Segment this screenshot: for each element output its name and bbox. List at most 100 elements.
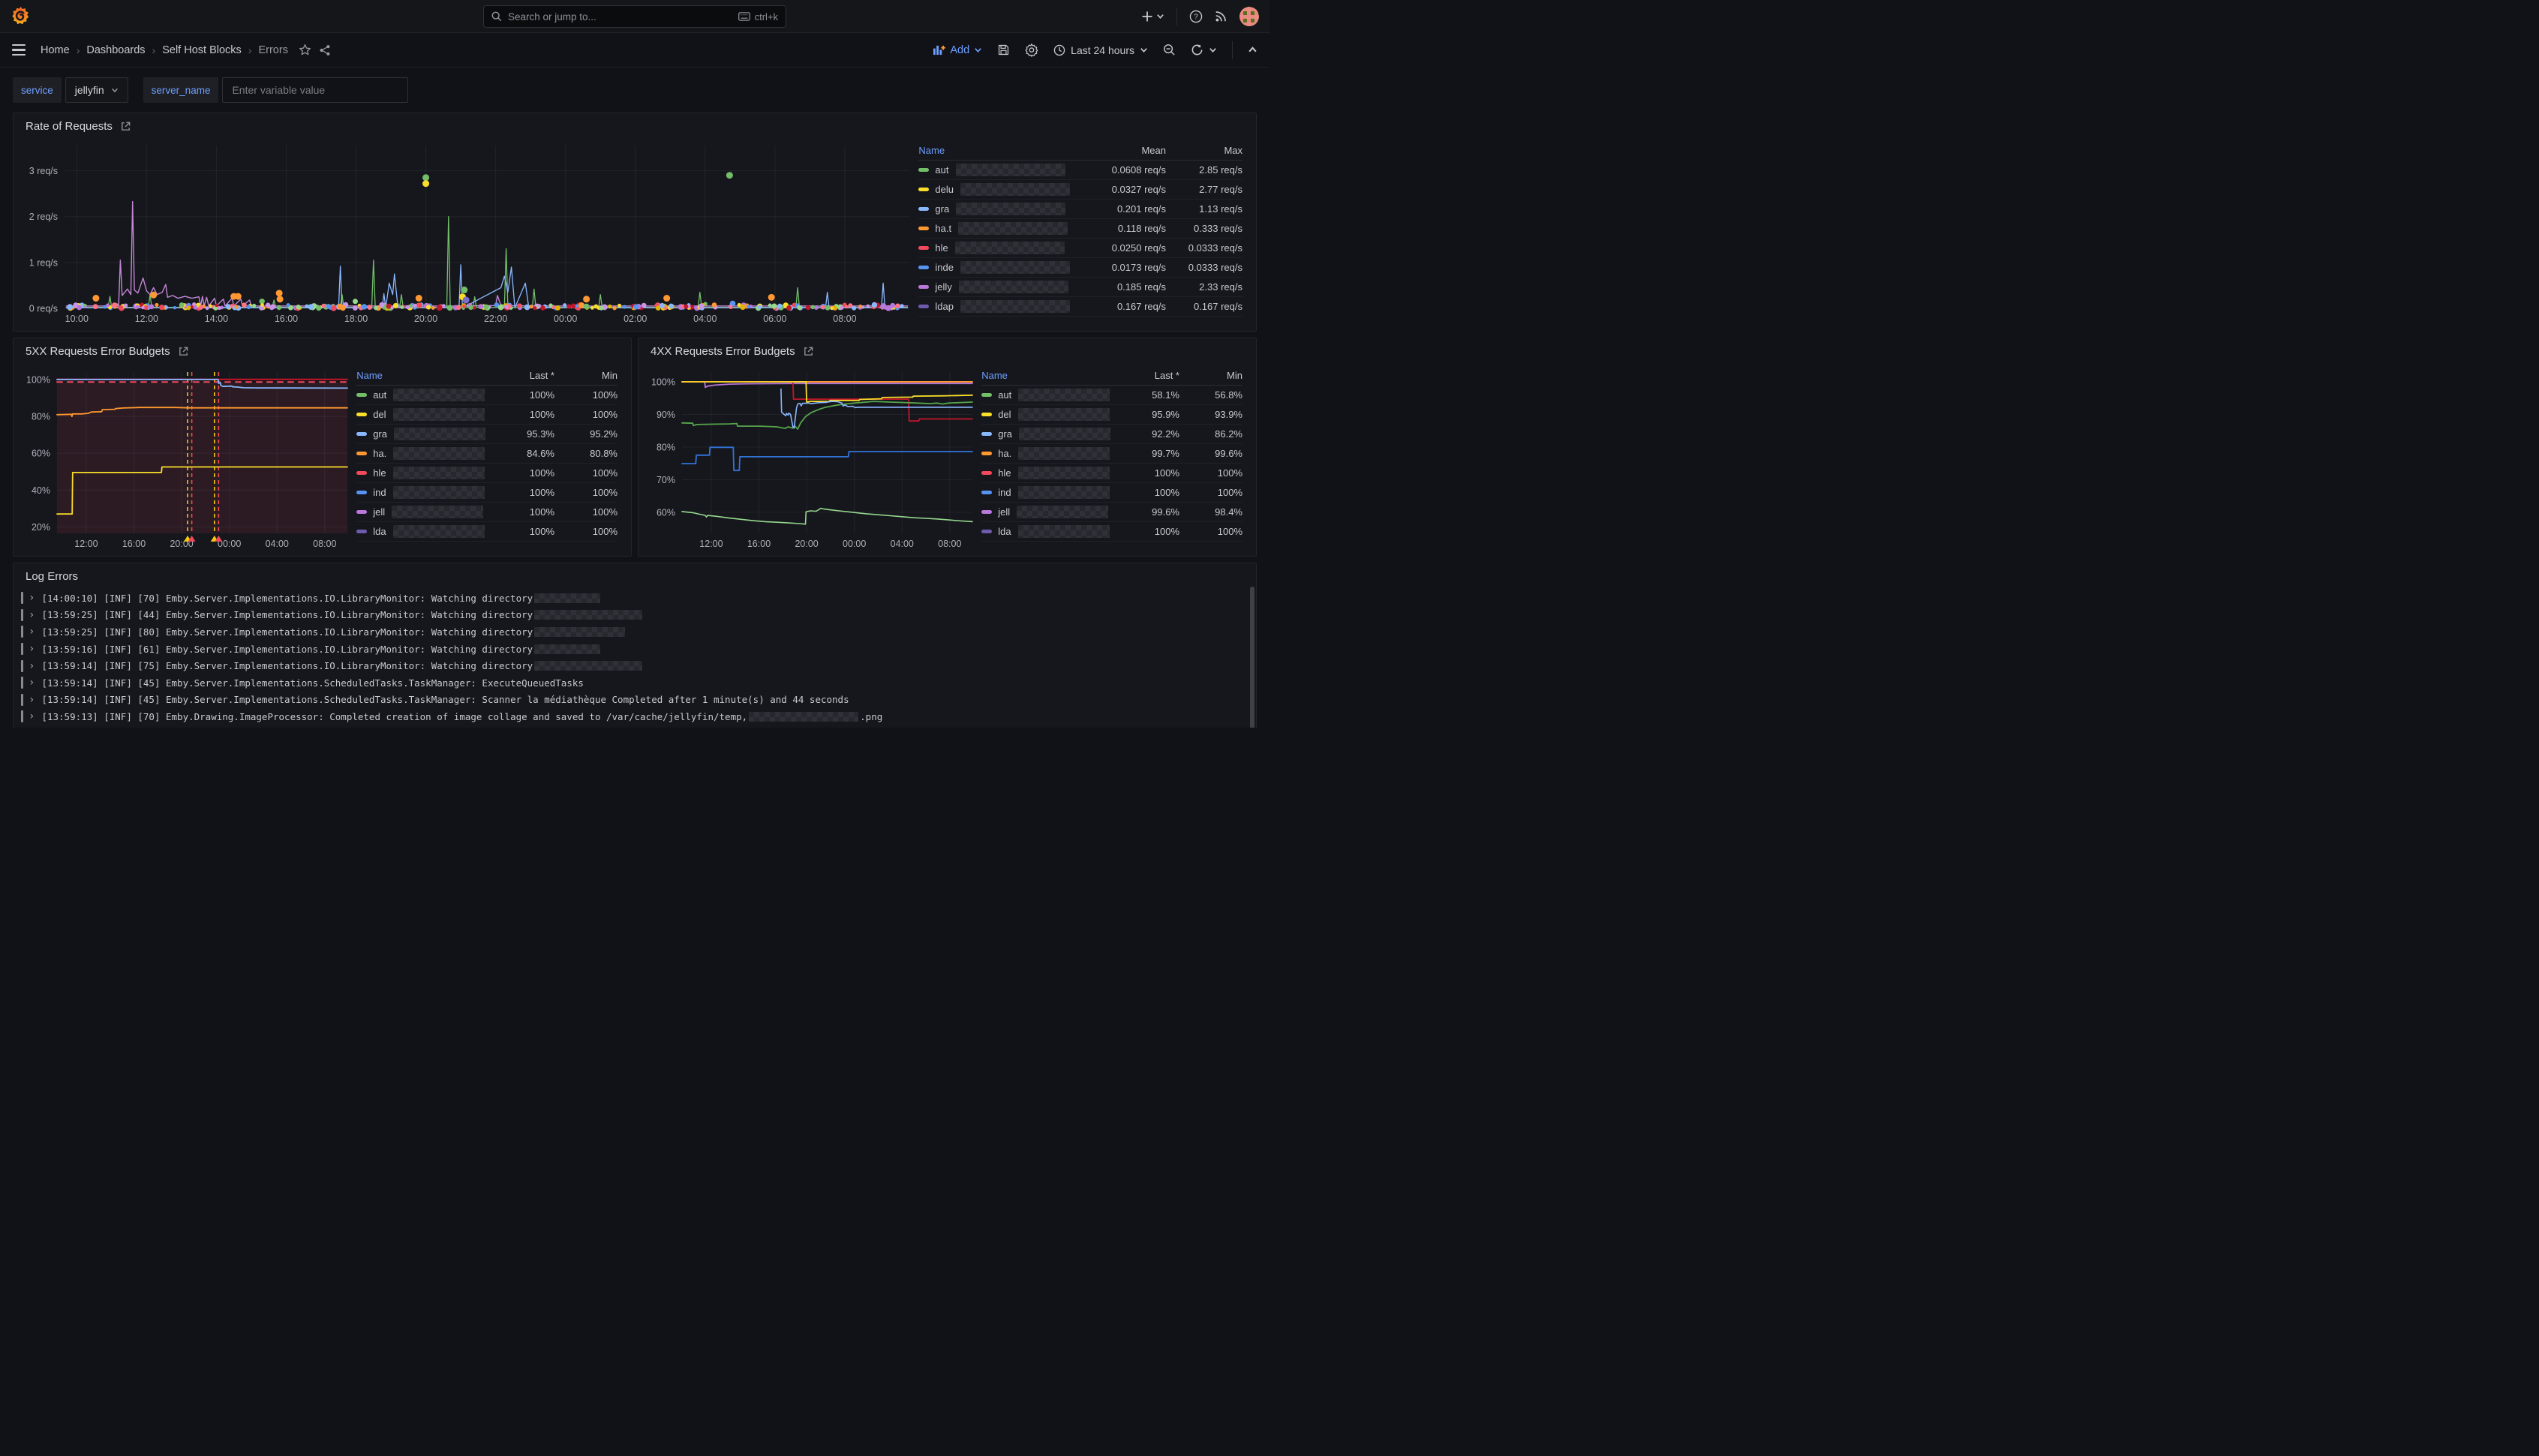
panel-title[interactable]: Rate of Requests bbox=[26, 120, 113, 133]
redacted-text bbox=[1018, 447, 1110, 460]
legend-series-name[interactable]: delu bbox=[918, 183, 1070, 196]
panel-title[interactable]: 4XX Requests Error Budgets bbox=[651, 345, 795, 358]
legend-series-name[interactable]: gra bbox=[981, 428, 1110, 440]
time-range-picker[interactable]: Last 24 hours bbox=[1053, 44, 1148, 56]
grafana-logo-icon[interactable] bbox=[11, 6, 31, 26]
expand-log-icon[interactable]: › bbox=[29, 677, 35, 688]
legend-column-name[interactable]: Name bbox=[918, 145, 1070, 156]
save-dashboard-button[interactable] bbox=[997, 44, 1010, 56]
expand-log-icon[interactable]: › bbox=[29, 593, 35, 603]
collapse-toolbar-button[interactable] bbox=[1248, 45, 1257, 55]
refresh-button[interactable] bbox=[1191, 44, 1217, 56]
5xx-legend: NameLast *Minaut100%100%del100%100%gra95… bbox=[352, 363, 625, 553]
mega-menu-toggle[interactable] bbox=[12, 44, 26, 56]
series-name-prefix: delu bbox=[935, 184, 954, 195]
legend-series-name[interactable]: inde bbox=[918, 261, 1070, 274]
breadcrumb-home[interactable]: Home bbox=[41, 44, 70, 56]
service-variable-select[interactable]: jellyfin bbox=[65, 77, 128, 103]
legend-column-max[interactable]: Max bbox=[1166, 145, 1242, 156]
redacted-text bbox=[960, 183, 1070, 196]
legend-series-name[interactable]: jell bbox=[356, 506, 485, 518]
legend-series-name[interactable]: aut bbox=[981, 389, 1110, 401]
log-line[interactable]: ›[13:59:14] [INF] [45] Emby.Server.Imple… bbox=[21, 692, 1245, 709]
legend-series-name[interactable]: ind bbox=[981, 486, 1110, 499]
panel-title[interactable]: Log Errors bbox=[26, 570, 78, 583]
search-input[interactable] bbox=[508, 11, 732, 23]
legend-row: ind100%100% bbox=[981, 483, 1242, 503]
expand-log-icon[interactable]: › bbox=[29, 711, 35, 722]
log-line[interactable]: ›[14:00:10] [INF] [70] Emby.Server.Imple… bbox=[21, 590, 1245, 607]
legend-column-min[interactable]: Min bbox=[554, 370, 617, 381]
legend-column-mean[interactable]: Mean bbox=[1070, 145, 1166, 156]
dashboard-settings-button[interactable] bbox=[1025, 44, 1038, 57]
legend-series-name[interactable]: ha. bbox=[356, 447, 485, 460]
new-button[interactable] bbox=[1141, 11, 1164, 23]
log-scrollbar[interactable] bbox=[1250, 587, 1254, 728]
legend-series-name[interactable]: aut bbox=[918, 164, 1070, 176]
log-line[interactable]: ›[13:59:14] [INF] [45] Emby.Server.Imple… bbox=[21, 674, 1245, 692]
panel-title[interactable]: 5XX Requests Error Budgets bbox=[26, 345, 170, 358]
svg-text:16:00: 16:00 bbox=[747, 539, 771, 549]
svg-text:16:00: 16:00 bbox=[122, 539, 146, 549]
series-name-prefix: ha.t bbox=[935, 223, 951, 234]
legend-column-last[interactable]: Last * bbox=[1110, 370, 1179, 381]
external-link-icon[interactable] bbox=[120, 121, 131, 132]
legend-series-name[interactable]: hle bbox=[918, 242, 1070, 254]
legend-row: hle100%100% bbox=[356, 464, 617, 483]
breadcrumb-dashboards[interactable]: Dashboards bbox=[86, 44, 145, 56]
legend-series-name[interactable]: ind bbox=[356, 486, 485, 499]
legend-series-name[interactable]: hle bbox=[981, 467, 1110, 479]
legend-series-name[interactable]: del bbox=[981, 408, 1110, 421]
expand-log-icon[interactable]: › bbox=[29, 610, 35, 620]
log-line[interactable]: ›[13:59:25] [INF] [44] Emby.Server.Imple… bbox=[21, 607, 1245, 624]
log-line[interactable]: ›[13:59:13] [INF] [70] Emby.Drawing.Imag… bbox=[21, 708, 1245, 725]
svg-text:40%: 40% bbox=[32, 485, 50, 496]
legend-series-name[interactable]: ha.t bbox=[918, 222, 1070, 235]
error-budget-row: 5XX Requests Error Budgets 20%40%60%80%1… bbox=[13, 338, 1257, 557]
redacted-text bbox=[958, 222, 1068, 235]
log-line[interactable]: ›[13:59:14] [INF] [75] Emby.Server.Imple… bbox=[21, 657, 1245, 674]
legend-row: ha.99.7%99.6% bbox=[981, 444, 1242, 464]
expand-log-icon[interactable]: › bbox=[29, 695, 35, 705]
expand-log-icon[interactable]: › bbox=[29, 644, 35, 654]
legend-series-name[interactable]: gra bbox=[918, 203, 1070, 215]
expand-log-icon[interactable]: › bbox=[29, 626, 35, 637]
redacted-text bbox=[960, 261, 1070, 274]
legend-row: delu0.0327 req/s2.77 req/s bbox=[918, 180, 1242, 200]
legend-value: 100% bbox=[1179, 487, 1242, 498]
external-link-icon[interactable] bbox=[803, 346, 814, 357]
user-avatar[interactable] bbox=[1239, 7, 1259, 26]
log-line[interactable]: ›[13:59:16] [INF] [61] Emby.Server.Imple… bbox=[21, 641, 1245, 658]
series-color-swatch bbox=[981, 413, 992, 416]
legend-series-name[interactable]: aut bbox=[356, 389, 485, 401]
zoom-out-button[interactable] bbox=[1163, 44, 1176, 56]
share-button[interactable] bbox=[319, 44, 331, 56]
favorite-button[interactable] bbox=[299, 44, 311, 56]
legend-column-name[interactable]: Name bbox=[356, 370, 485, 381]
legend-series-name[interactable]: jelly bbox=[918, 281, 1070, 293]
expand-log-icon[interactable]: › bbox=[29, 661, 35, 671]
legend-column-last[interactable]: Last * bbox=[485, 370, 554, 381]
help-button[interactable]: ? bbox=[1189, 10, 1203, 23]
legend-series-name[interactable]: del bbox=[356, 408, 485, 421]
breadcrumb-folder[interactable]: Self Host Blocks bbox=[162, 44, 242, 56]
legend-value: 2.85 req/s bbox=[1166, 164, 1242, 176]
svg-text:3 req/s: 3 req/s bbox=[29, 166, 58, 176]
legend-series-name[interactable]: ldap bbox=[918, 300, 1070, 313]
external-link-icon[interactable] bbox=[178, 346, 189, 357]
legend-series-name[interactable]: lda bbox=[356, 525, 485, 538]
legend-value: 100% bbox=[1110, 487, 1179, 498]
legend-series-name[interactable]: hle bbox=[356, 467, 485, 479]
legend-series-name[interactable]: jell bbox=[981, 506, 1110, 518]
legend-column-name[interactable]: Name bbox=[981, 370, 1110, 381]
add-panel-button[interactable]: Add bbox=[933, 44, 982, 56]
legend-series-name[interactable]: gra bbox=[356, 428, 485, 440]
log-line[interactable]: ›[13:59:25] [INF] [80] Emby.Server.Imple… bbox=[21, 623, 1245, 641]
legend-series-name[interactable]: lda bbox=[981, 525, 1110, 538]
server-name-variable-input[interactable] bbox=[222, 77, 408, 103]
legend-series-name[interactable]: ha. bbox=[981, 447, 1110, 460]
legend-row: aut0.0608 req/s2.85 req/s bbox=[918, 161, 1242, 180]
news-button[interactable] bbox=[1215, 10, 1227, 23]
svg-text:10:00: 10:00 bbox=[65, 314, 89, 324]
legend-column-min[interactable]: Min bbox=[1179, 370, 1242, 381]
